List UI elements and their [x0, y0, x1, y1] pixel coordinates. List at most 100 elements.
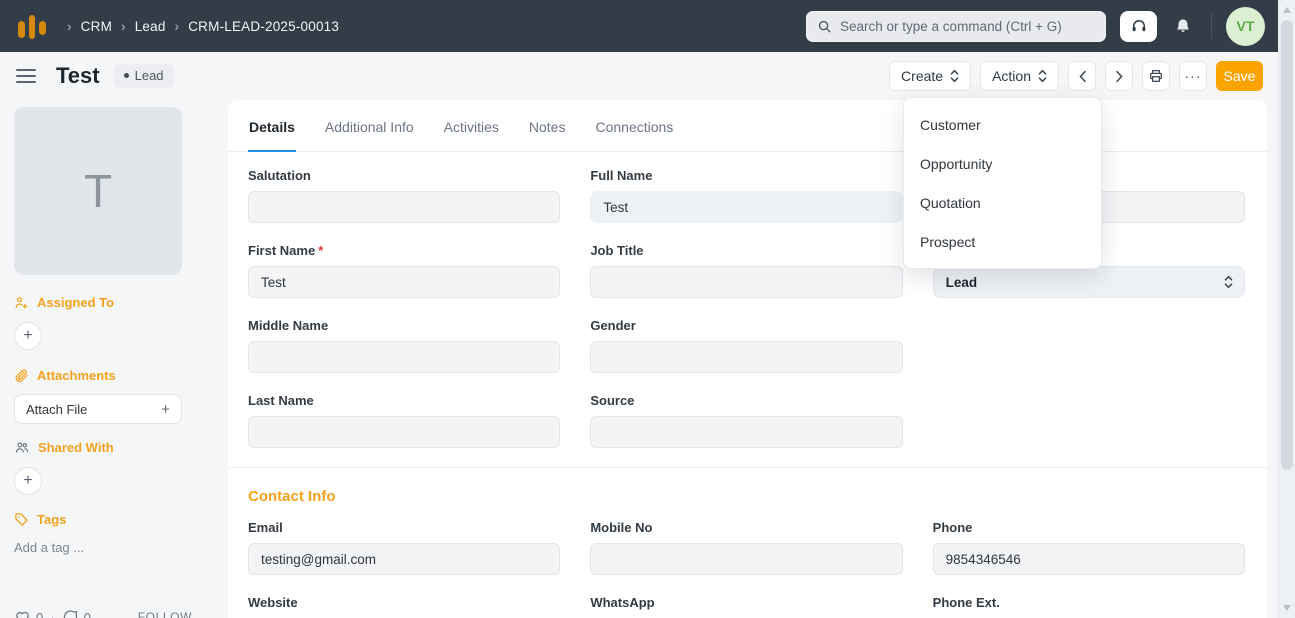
middle-name-input[interactable]	[248, 341, 561, 373]
contact-info-form: Email Mobile No Phone Website WhatsApp	[228, 505, 1267, 618]
crm-app: › CRM › Lead › CRM-LEAD-2025-00013 VT Te…	[0, 0, 1295, 618]
whatsapp-label: WhatsApp	[590, 595, 655, 610]
job-title-input[interactable]	[590, 266, 903, 298]
status-select[interactable]: Lead	[932, 266, 1245, 298]
page-header: Test Lead Create Action ··· Save	[0, 52, 1278, 100]
create-button[interactable]: Create	[889, 61, 972, 91]
dot-separator: ·	[50, 609, 55, 618]
likes-count: 0	[36, 609, 44, 618]
details-form: Salutation Full Name First Name* Job Tit…	[228, 152, 1267, 448]
breadcrumb-record-id: CRM-LEAD-2025-00013	[188, 18, 340, 34]
first-name-input[interactable]	[248, 266, 561, 298]
page-title: Test	[56, 63, 100, 88]
action-button[interactable]: Action	[980, 61, 1059, 91]
attach-file-label: Attach File	[26, 401, 88, 417]
navbar-right-group: VT	[806, 6, 1265, 46]
gender-label: Gender	[590, 318, 636, 333]
heart-icon[interactable]	[14, 609, 31, 618]
mobile-no-input[interactable]	[590, 543, 903, 575]
contact-info-heading: Contact Info	[248, 488, 336, 505]
field-source: Source	[590, 393, 903, 448]
full-name-input	[590, 191, 903, 223]
header-actions: Create Action ··· Save	[889, 61, 1263, 91]
last-name-label: Last Name	[248, 393, 314, 408]
field-salutation: Salutation	[248, 168, 561, 223]
email-label: Email	[248, 520, 283, 535]
field-job-title: Job Title	[590, 243, 903, 298]
follow-button[interactable]: FOLLOW	[138, 610, 192, 618]
menu-item-opportunity[interactable]: Opportunity	[904, 144, 1101, 183]
assigned-to-label: Assigned To	[37, 295, 115, 310]
badge-label: Lead	[134, 68, 164, 83]
badge-dot-icon	[123, 73, 129, 78]
scrollbar-thumb[interactable]	[1281, 20, 1293, 470]
scroll-down-arrow-icon[interactable]	[1283, 605, 1291, 611]
previous-record-button[interactable]	[1068, 61, 1096, 91]
tab-notes[interactable]: Notes	[528, 100, 567, 152]
add-tag-input[interactable]: Add a tag ...	[14, 540, 228, 555]
notifications-button[interactable]	[1169, 11, 1197, 42]
tab-additional-info[interactable]: Additional Info	[324, 100, 415, 152]
chevron-right-icon: ›	[67, 18, 72, 34]
add-assignee-button[interactable]: +	[14, 322, 42, 350]
record-sidebar: T Assigned To + Attachments Attach File …	[0, 100, 228, 618]
action-button-label: Action	[992, 68, 1031, 84]
comment-icon[interactable]	[62, 609, 79, 618]
last-name-input[interactable]	[248, 416, 561, 448]
app-logo-icon[interactable]	[14, 8, 50, 44]
field-email: Email	[248, 520, 561, 575]
tab-connections[interactable]: Connections	[594, 100, 674, 152]
salutation-input[interactable]	[248, 191, 561, 223]
breadcrumb-crm[interactable]: CRM	[81, 19, 112, 34]
field-gender: Gender	[590, 318, 903, 373]
breadcrumb-lead[interactable]: Lead	[135, 19, 166, 34]
more-options-button[interactable]: ···	[1179, 61, 1207, 91]
attach-file-button[interactable]: Attach File +	[14, 394, 182, 424]
help-button[interactable]	[1120, 10, 1157, 42]
paperclip-icon	[15, 369, 28, 383]
detail-card: Details Additional Info Activities Notes…	[228, 100, 1267, 618]
first-name-label: First Name *	[248, 243, 560, 258]
print-button[interactable]	[1142, 61, 1170, 91]
assigned-to-section: Assigned To	[14, 295, 228, 310]
tab-details[interactable]: Details	[248, 100, 296, 152]
printer-icon	[1150, 70, 1162, 82]
first-name-label-text: First Name	[248, 243, 316, 258]
email-input[interactable]	[248, 543, 561, 575]
menu-item-prospect[interactable]: Prospect	[904, 222, 1101, 261]
chevron-right-icon: ›	[174, 18, 180, 34]
comments-count: 0	[83, 609, 91, 618]
field-phone-ext: Phone Ext.	[933, 595, 1245, 618]
field-middle-name: Middle Name	[248, 318, 561, 373]
gender-input[interactable]	[590, 341, 903, 373]
chevron-up-down-icon	[950, 69, 959, 83]
shared-with-label: Shared With	[38, 440, 114, 455]
next-record-button[interactable]	[1105, 61, 1133, 91]
add-share-button[interactable]: +	[14, 467, 42, 495]
menu-item-customer[interactable]: Customer	[904, 105, 1101, 144]
tab-activities[interactable]: Activities	[443, 100, 500, 152]
save-button[interactable]: Save	[1216, 61, 1263, 91]
scroll-up-arrow-icon[interactable]	[1283, 7, 1291, 13]
plus-icon: +	[161, 400, 170, 418]
record-avatar[interactable]: T	[14, 107, 182, 275]
user-avatar[interactable]: VT	[1226, 6, 1265, 46]
global-search[interactable]	[806, 10, 1106, 42]
vertical-scrollbar[interactable]	[1278, 0, 1295, 618]
create-button-label: Create	[901, 68, 944, 84]
menu-item-quotation[interactable]: Quotation	[904, 183, 1101, 222]
sidebar-toggle-icon[interactable]	[16, 69, 36, 83]
sidebar-footer: 0 · 0 FOLLOW	[14, 609, 192, 618]
search-input[interactable]	[840, 18, 1095, 34]
field-last-name: Last Name	[248, 393, 561, 448]
tags-section: Tags	[14, 512, 228, 527]
tags-label: Tags	[37, 512, 67, 527]
chevron-left-icon	[1078, 70, 1086, 82]
users-icon	[15, 442, 29, 453]
chevron-right-icon: ›	[121, 18, 126, 34]
user-plus-icon	[15, 297, 28, 309]
source-input[interactable]	[590, 416, 903, 448]
field-mobile-no: Mobile No	[590, 520, 903, 575]
field-full-name: Full Name	[590, 168, 903, 223]
phone-input[interactable]	[932, 543, 1245, 575]
